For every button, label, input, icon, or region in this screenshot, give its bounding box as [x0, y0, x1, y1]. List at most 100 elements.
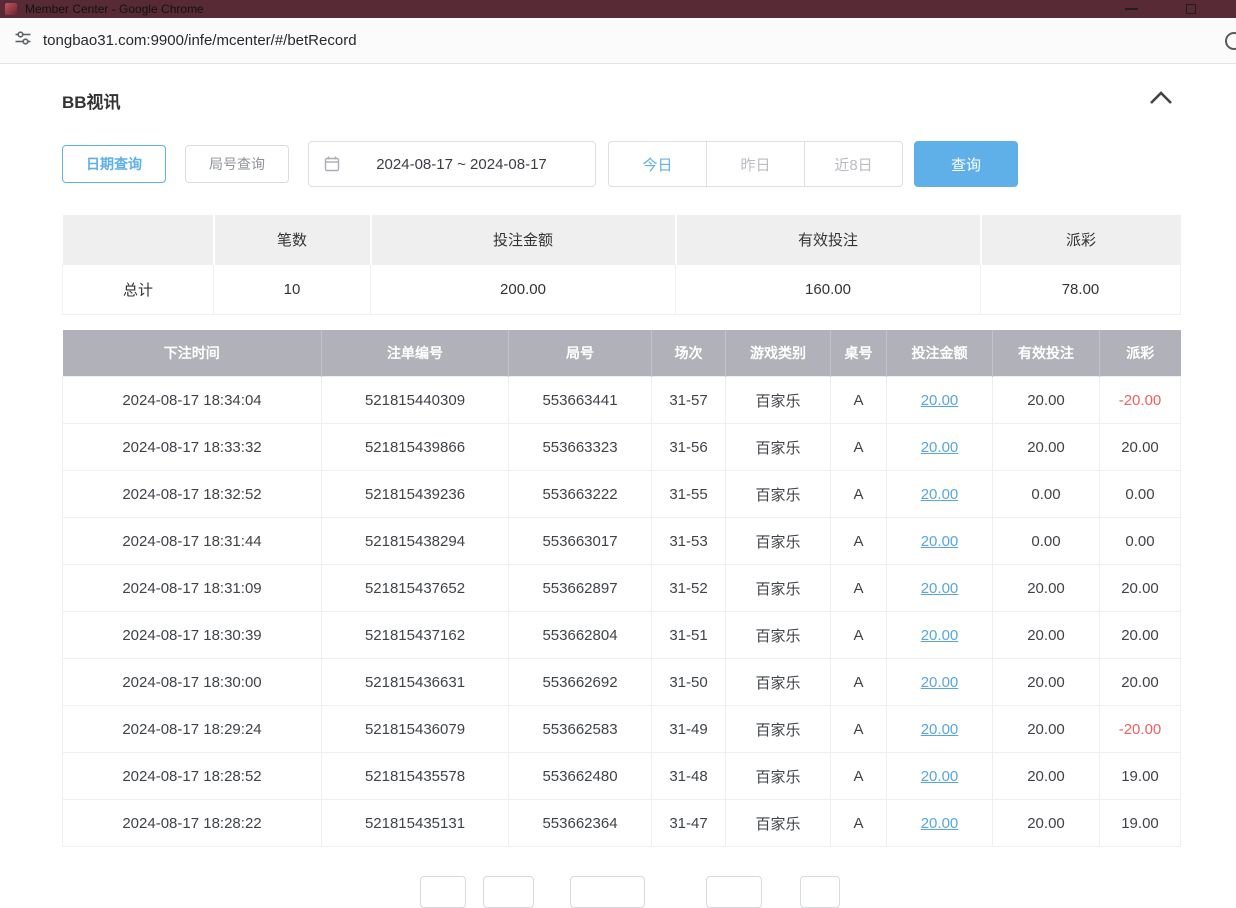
pagination-control[interactable]	[420, 876, 466, 908]
site-settings-icon[interactable]	[14, 29, 32, 52]
valid-bet: 20.00	[993, 565, 1100, 612]
quick-range-group: 今日 昨日 近8日	[608, 141, 903, 187]
valid-bet: 0.00	[993, 518, 1100, 565]
round-query-tab[interactable]: 局号查询	[185, 145, 289, 183]
table-row: 2024-08-17 18:28:22 521815435131 5536623…	[63, 800, 1181, 847]
bet-time: 2024-08-17 18:32:52	[63, 471, 322, 518]
date-query-tab[interactable]: 日期查询	[62, 145, 166, 183]
payout: 20.00	[1100, 612, 1181, 659]
bet-amount-link[interactable]: 20.00	[887, 377, 993, 424]
valid-bet: 20.00	[993, 612, 1100, 659]
round-number: 553662364	[509, 800, 652, 847]
table-number: A	[831, 565, 887, 612]
account-circle-icon[interactable]	[1225, 32, 1236, 50]
records-column-header: 有效投注	[993, 330, 1100, 377]
valid-bet: 20.00	[993, 800, 1100, 847]
payout: 20.00	[1100, 424, 1181, 471]
window-title: Member Center - Google Chrome	[25, 0, 204, 18]
pagination-control[interactable]	[706, 876, 762, 908]
bet-number: 521815439866	[322, 424, 509, 471]
chevron-up-icon	[1148, 90, 1174, 106]
table-number: A	[831, 471, 887, 518]
minimize-icon[interactable]	[1125, 8, 1138, 10]
table-number: A	[831, 706, 887, 753]
bet-time: 2024-08-17 18:30:00	[63, 659, 322, 706]
bet-number: 521815437652	[322, 565, 509, 612]
table-number: A	[831, 612, 887, 659]
date-range-picker[interactable]: 2024-08-17 ~ 2024-08-17	[308, 141, 596, 187]
valid-bet: 20.00	[993, 659, 1100, 706]
bet-time: 2024-08-17 18:34:04	[63, 377, 322, 424]
payout: -20.00	[1100, 377, 1181, 424]
summary-column-header: 派彩	[981, 215, 1181, 265]
table-row: 2024-08-17 18:29:24 521815436079 5536625…	[63, 706, 1181, 753]
payout: 0.00	[1100, 518, 1181, 565]
valid-bet: 0.00	[993, 471, 1100, 518]
table-number: A	[831, 800, 887, 847]
round-number: 553662897	[509, 565, 652, 612]
summary-valid-bet: 160.00	[676, 265, 981, 315]
game-type: 百家乐	[726, 565, 831, 612]
quick-range-yesterday[interactable]: 昨日	[706, 142, 804, 186]
records-column-header: 注单编号	[322, 330, 509, 377]
bet-amount-link[interactable]: 20.00	[887, 706, 993, 753]
search-button[interactable]: 查询	[914, 141, 1018, 187]
quick-range-last8days[interactable]: 近8日	[804, 142, 902, 186]
table-row: 2024-08-17 18:30:39 521815437162 5536628…	[63, 612, 1181, 659]
round-number: 553662804	[509, 612, 652, 659]
summary-row-label: 总计	[63, 265, 214, 315]
session: 31-48	[652, 753, 726, 800]
bet-number: 521815436079	[322, 706, 509, 753]
bet-amount-link[interactable]: 20.00	[887, 518, 993, 565]
bet-number: 521815435131	[322, 800, 509, 847]
bet-number: 521815436631	[322, 659, 509, 706]
valid-bet: 20.00	[993, 753, 1100, 800]
summary-total-row: 总计 10 200.00 160.00 78.00	[63, 265, 1181, 315]
bet-time: 2024-08-17 18:31:09	[63, 565, 322, 612]
session: 31-47	[652, 800, 726, 847]
table-row: 2024-08-17 18:31:44 521815438294 5536630…	[63, 518, 1181, 565]
bet-number: 521815439236	[322, 471, 509, 518]
bet-time: 2024-08-17 18:33:32	[63, 424, 322, 471]
game-type: 百家乐	[726, 424, 831, 471]
game-type: 百家乐	[726, 753, 831, 800]
pagination-control[interactable]	[570, 876, 645, 908]
bet-amount-link[interactable]: 20.00	[887, 612, 993, 659]
round-number: 553663222	[509, 471, 652, 518]
round-number: 553663441	[509, 377, 652, 424]
bet-amount-link[interactable]: 20.00	[887, 659, 993, 706]
records-column-header: 派彩	[1100, 330, 1181, 377]
bet-amount-link[interactable]: 20.00	[887, 471, 993, 518]
collapse-panel-button[interactable]	[1148, 90, 1174, 108]
pagination-control[interactable]	[800, 876, 840, 908]
bet-time: 2024-08-17 18:31:44	[63, 518, 322, 565]
payout: -20.00	[1100, 706, 1181, 753]
bet-time: 2024-08-17 18:28:22	[63, 800, 322, 847]
session: 31-49	[652, 706, 726, 753]
bet-amount-link[interactable]: 20.00	[887, 753, 993, 800]
date-range-value: 2024-08-17 ~ 2024-08-17	[340, 156, 595, 173]
payout: 19.00	[1100, 800, 1181, 847]
session: 31-57	[652, 377, 726, 424]
window-titlebar: Member Center - Google Chrome	[0, 0, 1236, 18]
summary-bet-amount: 200.00	[371, 265, 676, 315]
pagination-control[interactable]	[483, 876, 534, 908]
filter-toolbar: 日期查询 局号查询 2024-08-17 ~ 2024-08-17 今日 昨日 …	[62, 141, 1018, 187]
bet-number: 521815437162	[322, 612, 509, 659]
summary-count: 10	[214, 265, 371, 315]
bet-amount-link[interactable]: 20.00	[887, 565, 993, 612]
summary-table: 笔数投注金额有效投注派彩 总计 10 200.00 160.00 78.00	[62, 215, 1181, 315]
records-header-row: 下注时间注单编号局号场次游戏类别桌号投注金额有效投注派彩	[63, 330, 1181, 377]
quick-range-today[interactable]: 今日	[609, 142, 706, 186]
table-row: 2024-08-17 18:31:09 521815437652 5536628…	[63, 565, 1181, 612]
url-field[interactable]: tongbao31.com:9900/infe/mcenter/#/betRec…	[43, 32, 357, 49]
bet-number: 521815438294	[322, 518, 509, 565]
bet-amount-link[interactable]: 20.00	[887, 424, 993, 471]
summary-column-header: 笔数	[214, 215, 371, 265]
maximize-icon[interactable]	[1186, 4, 1196, 14]
bet-time: 2024-08-17 18:28:52	[63, 753, 322, 800]
page-title: BB视讯	[62, 88, 121, 113]
valid-bet: 20.00	[993, 424, 1100, 471]
records-column-header: 桌号	[831, 330, 887, 377]
bet-amount-link[interactable]: 20.00	[887, 800, 993, 847]
